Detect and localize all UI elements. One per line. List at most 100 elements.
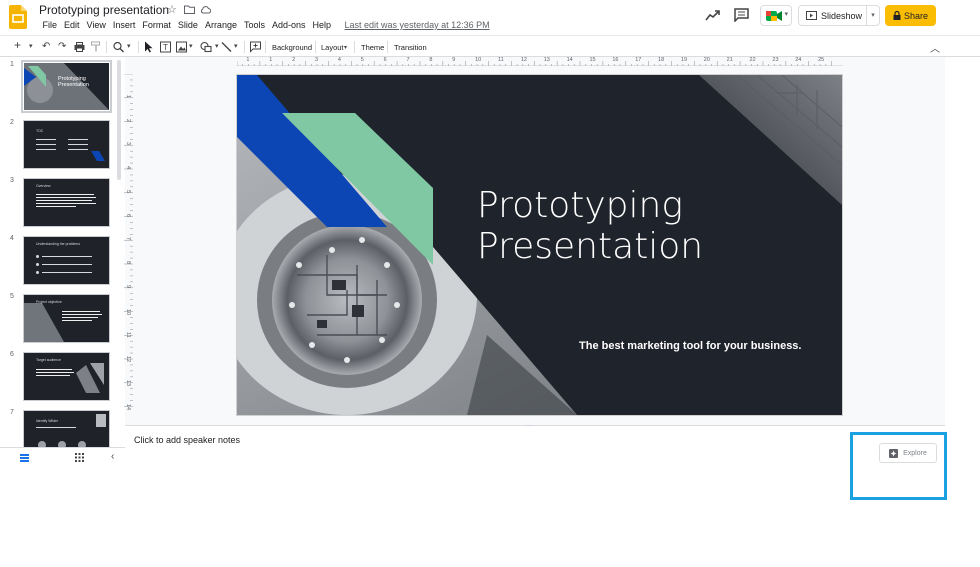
- current-slide[interactable]: Prototyping Presentation The best market…: [237, 75, 842, 415]
- paint-format-icon[interactable]: [91, 41, 101, 53]
- vertical-ruler[interactable]: 1 2 3 4 5 6 7 8 9 10 11 12 13 14: [124, 74, 133, 416]
- zoom-icon[interactable]: [113, 41, 124, 53]
- ruler-label: 22: [749, 57, 756, 63]
- select-arrow-icon[interactable]: [144, 41, 154, 53]
- menu-help[interactable]: Help: [309, 20, 335, 30]
- ruler-label: 6: [383, 57, 387, 63]
- slide-number: 3: [10, 177, 14, 184]
- ruler-label: 15: [589, 57, 596, 63]
- move-folder-icon[interactable]: [184, 5, 195, 14]
- slide-thumbnail-7[interactable]: Identify Wilder: [23, 410, 110, 447]
- ruler-label: 2: [292, 57, 296, 63]
- comments-icon[interactable]: [734, 8, 749, 22]
- toolbar: + ▾ ↶ ↷ ▾ T ▾ ▾ ▾ Background Layout ▾ Th…: [0, 35, 980, 57]
- ruler-label: 7: [125, 237, 131, 241]
- transition-button[interactable]: Transition: [394, 42, 427, 54]
- ruler-label: 20: [703, 57, 710, 63]
- ruler-label: 18: [658, 57, 665, 63]
- theme-button[interactable]: Theme: [361, 42, 384, 54]
- menu-arrange[interactable]: Arrange: [201, 20, 240, 30]
- ruler-label: 1: [246, 57, 250, 63]
- shape-icon[interactable]: [200, 41, 212, 53]
- slide-thumbnail-6[interactable]: Target audience: [23, 352, 110, 401]
- ruler-label: 21: [726, 57, 733, 63]
- zoom-dropdown-icon[interactable]: ▾: [127, 41, 131, 53]
- slide-title-line-1: Prototyping: [477, 185, 683, 226]
- meet-icon: [766, 11, 782, 21]
- print-icon[interactable]: [74, 41, 85, 53]
- image-icon[interactable]: [176, 41, 187, 53]
- svg-text:T: T: [163, 43, 168, 52]
- ruler-label: 9: [125, 284, 131, 288]
- thumb-title: Target audience: [36, 358, 61, 362]
- ruler-label: 9: [452, 57, 456, 63]
- ruler-label: 16: [612, 57, 619, 63]
- layout-button[interactable]: Layout: [321, 42, 344, 54]
- shape-dropdown-icon[interactable]: ▾: [215, 41, 219, 53]
- ruler-label: 8: [125, 261, 131, 265]
- filmstrip-scrollbar[interactable]: [117, 60, 121, 180]
- meet-button[interactable]: ▾: [760, 5, 792, 26]
- notes-resize-handle[interactable]: ···: [125, 423, 945, 430]
- last-edit-link[interactable]: Last edit was yesterday at 12:36 PM: [335, 20, 494, 30]
- thumb-title: Identify Wilder: [36, 419, 59, 423]
- lock-icon: [893, 11, 901, 20]
- slide-number: 1: [10, 61, 14, 68]
- document-title[interactable]: Prototyping presentation: [39, 3, 169, 17]
- ruler-label: 1: [269, 57, 273, 63]
- thumb-photo-graphic: [76, 363, 104, 393]
- slide-thumbnail-5[interactable]: Project objective: [23, 294, 110, 343]
- slide-thumbnail-3[interactable]: Overview: [23, 178, 110, 227]
- undo-icon[interactable]: ↶: [42, 41, 50, 53]
- slide-title[interactable]: Prototyping Presentation: [477, 185, 703, 267]
- slide-thumbnail-2[interactable]: TOC: [23, 120, 110, 169]
- grid-view-icon[interactable]: [75, 453, 84, 462]
- menu-format[interactable]: Format: [139, 20, 175, 30]
- slide-thumbnail-4[interactable]: Understanding the problems: [23, 236, 110, 285]
- new-slide-icon[interactable]: +: [14, 39, 21, 51]
- image-dropdown-icon[interactable]: ▾: [189, 41, 193, 53]
- speaker-notes[interactable]: Click to add speaker notes: [134, 435, 240, 445]
- menu-view[interactable]: View: [83, 20, 109, 30]
- slideshow-button[interactable]: Slideshow ▾: [798, 5, 880, 26]
- add-comment-icon[interactable]: [250, 41, 261, 53]
- filmstrip-view-icon[interactable]: [20, 454, 29, 462]
- line-icon[interactable]: [221, 41, 232, 53]
- ruler-label: 13: [125, 379, 131, 386]
- slide-subtitle[interactable]: The best marketing tool for your busines…: [579, 340, 801, 352]
- menu-edit[interactable]: Edit: [61, 20, 84, 30]
- ruler-label: 3: [315, 57, 319, 63]
- new-slide-dropdown-icon[interactable]: ▾: [29, 41, 33, 53]
- slide-number: 6: [10, 351, 14, 358]
- background-button[interactable]: Background: [272, 42, 312, 54]
- redo-icon[interactable]: ↷: [58, 41, 66, 53]
- ruler-label: 12: [125, 356, 131, 363]
- cloud-status-icon[interactable]: [200, 5, 211, 14]
- ruler-label: 4: [125, 166, 131, 170]
- menu-insert[interactable]: Insert: [109, 20, 139, 30]
- hide-filmstrip-icon[interactable]: ‹: [111, 451, 114, 462]
- slideshow-dropdown-icon[interactable]: ▾: [866, 6, 879, 25]
- share-button[interactable]: Share: [885, 5, 936, 26]
- explore-button[interactable]: Explore: [879, 443, 937, 463]
- present-icon: [806, 11, 817, 20]
- ruler-label: 25: [818, 57, 825, 63]
- slides-logo-icon[interactable]: [9, 5, 27, 29]
- slide-thumbnail-1[interactable]: Prototyping Presentation: [21, 60, 112, 113]
- activity-dashboard-icon[interactable]: [705, 8, 721, 22]
- collapse-menus-icon[interactable]: ︿: [930, 40, 940, 55]
- menu-add-ons[interactable]: Add-ons: [268, 20, 309, 30]
- horizontal-ruler[interactable]: 1 1 2 3 4 5 6 7 8 9 10 11 12 13 14 15 16 17 18 19 20 21 22 23 24…: [237, 57, 843, 66]
- ruler-label: 4: [337, 57, 341, 63]
- ruler-label: 14: [125, 403, 131, 410]
- star-icon[interactable]: ☆: [167, 3, 177, 16]
- layout-dropdown-icon[interactable]: ▾: [344, 42, 347, 54]
- thumb-title: TOC: [36, 129, 44, 133]
- menu-tools[interactable]: Tools: [240, 20, 268, 30]
- menu-slide[interactable]: Slide: [174, 20, 201, 30]
- line-dropdown-icon[interactable]: ▾: [234, 41, 238, 53]
- ruler-label: 24: [795, 57, 802, 63]
- text-box-icon[interactable]: T: [160, 41, 171, 53]
- ruler-label: 23: [772, 57, 779, 63]
- menu-file[interactable]: File: [39, 20, 61, 30]
